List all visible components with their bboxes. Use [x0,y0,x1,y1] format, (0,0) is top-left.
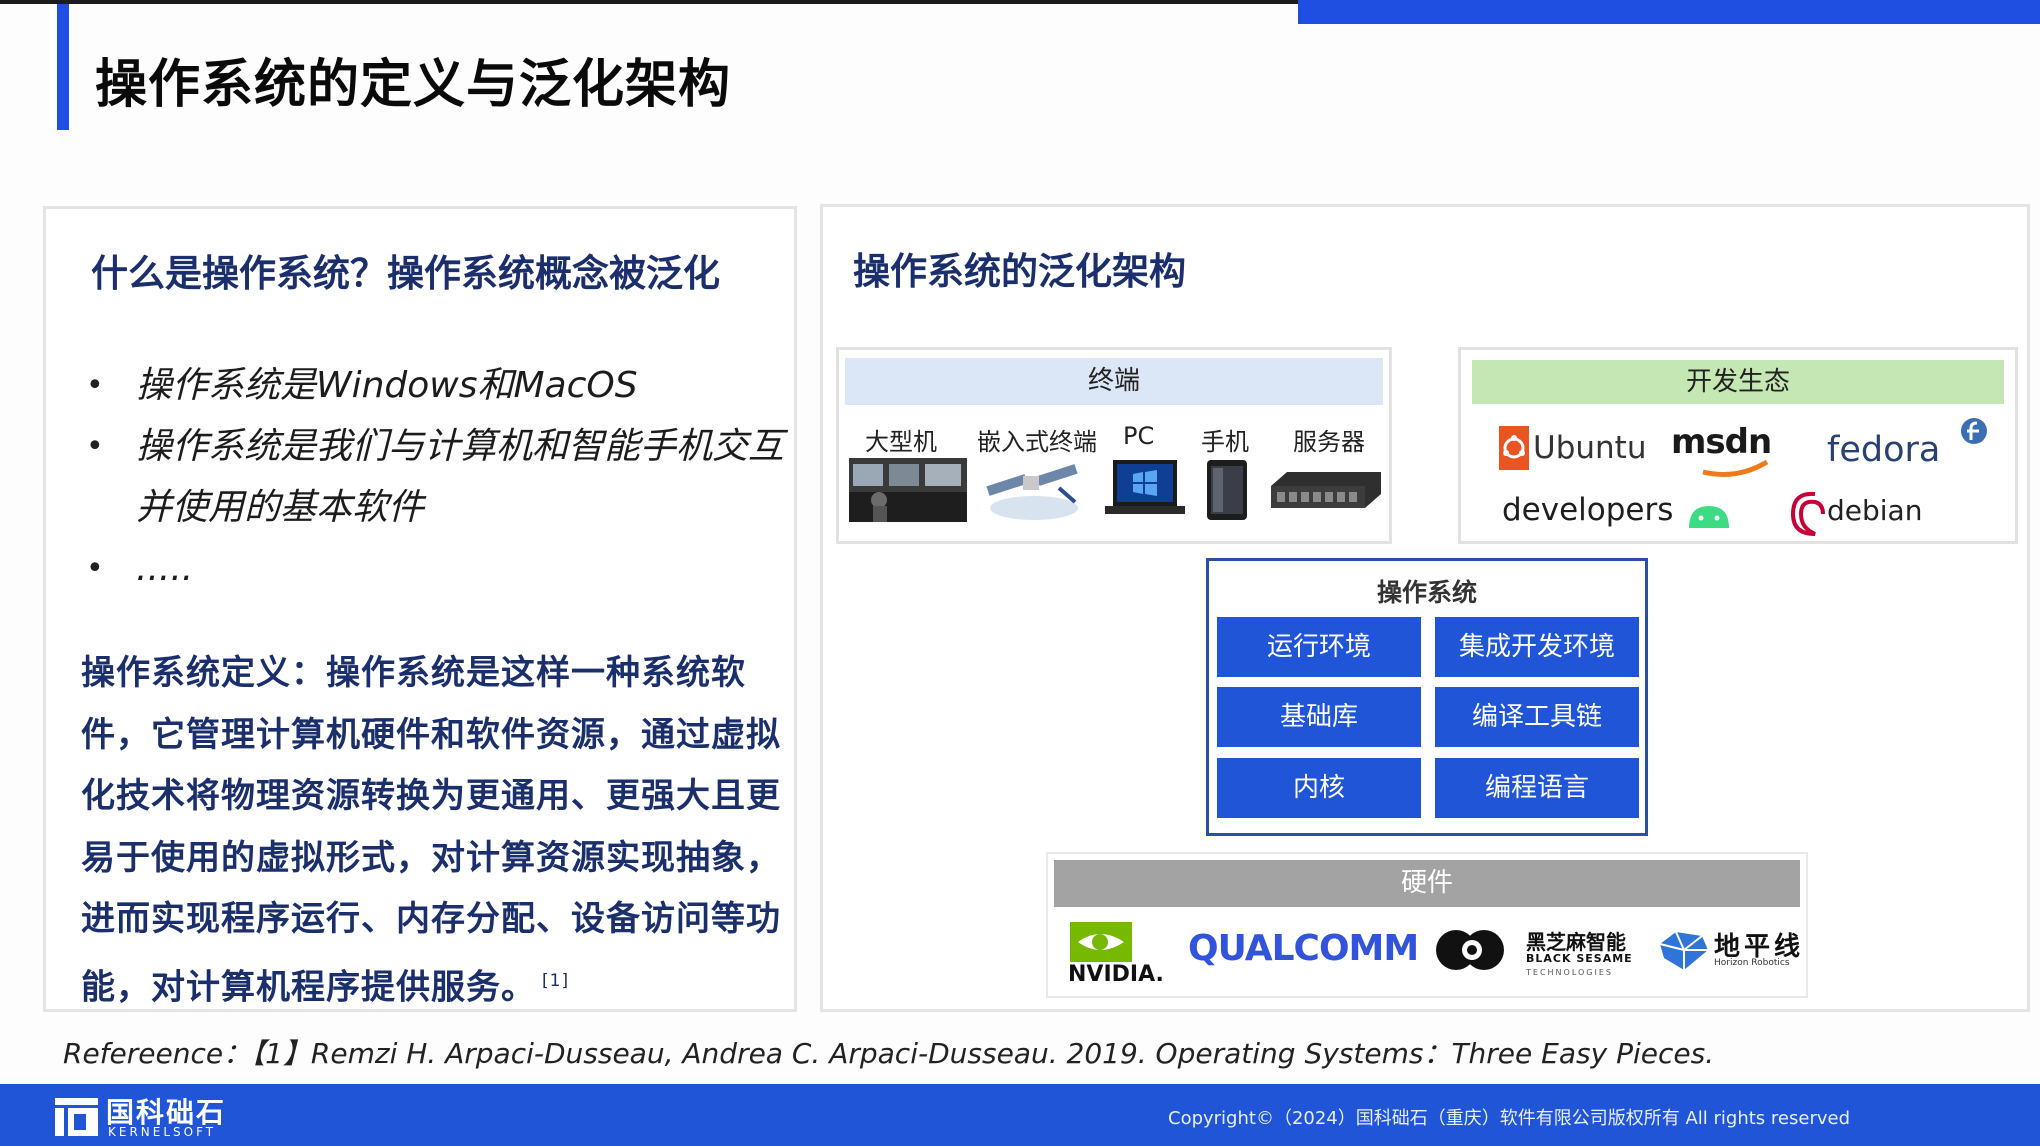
ide-block: 集成开发环境 [1435,617,1639,677]
kernel-block: 内核 [1217,758,1421,818]
debian-logo-text: debian [1827,494,1923,527]
definition-panel: 什么是操作系统？操作系统概念被泛化 操作系统是Windows和MacOS 操作系… [43,206,797,1012]
fedora-logo-icon [1961,418,1987,444]
nvidia-logo-text: NVIDIA. [1068,962,1164,987]
black-sesame-cn-text: 黑芝麻智能 [1526,930,1626,954]
hardware-group: 硬件 NVIDIA. QUALCOMM 黑芝麻智能 BLACK SESAME T… [1046,852,1808,998]
black-sesame-en-text: BLACK SESAME [1526,952,1633,965]
kernelsoft-logo-en: KERNELSOFT [108,1125,217,1139]
fedora-logo-text: fedora [1827,430,1941,470]
reference-citation: Refereence：【1】Remzi H. Arpaci-Dusseau, A… [63,1037,1715,1070]
copyright-text: Copyright©（2024）国科础石（重庆）软件有限公司版权所有 All r… [1168,1108,1850,1129]
server-image [1271,472,1381,508]
device-label-server: 服务器 [1293,428,1365,456]
operating-system-header: 操作系统 [1376,578,1477,607]
ubuntu-logo-icon [1499,426,1529,470]
title-accent-bar [57,4,69,130]
base-library-block: 基础库 [1217,687,1421,747]
slide-title: 操作系统的定义与泛化架构 [95,55,732,115]
android-developers-logo-text: developers [1502,492,1674,528]
os-definition: 操作系统定义：操作系统是这样一种系统软件，它管理计算机硬件和软件资源，通过虚拟化… [81,643,801,1018]
ubuntu-logo-text: Ubuntu [1533,430,1647,466]
black-sesame-sub-text: TECHNOLOGIES [1526,968,1613,977]
msdn-swoosh-icon [1702,459,1769,477]
architecture-panel-heading: 操作系统的泛化架构 [853,250,1186,293]
os-definition-text: 操作系统定义：操作系统是这样一种系统软件，它管理计算机硬件和软件资源，通过虚拟化… [81,653,781,1007]
mainframe-image [849,458,967,522]
dev-ecosystem-header: 开发生态 [1472,360,2004,404]
bullet-item: 操作系统是我们与计算机和智能手机交互并使用的基本软件 [86,416,786,538]
dev-ecosystem-group: 开发生态 Ubuntu msdn fedora developers debia… [1458,347,2018,544]
kernelsoft-logo-icon [55,1098,98,1136]
black-sesame-logo-icon [1436,930,1504,970]
operating-system-group: 操作系统 运行环境 集成开发环境 基础库 编译工具链 内核 编程语言 [1206,558,1648,836]
hardware-header: 硬件 [1054,860,1800,907]
definition-panel-heading: 什么是操作系统？操作系统概念被泛化 [91,252,720,295]
device-labels: 大型机 嵌入式终端 PC 手机 服务器 [839,422,1395,458]
device-label-phone: 手机 [1201,428,1249,456]
citation-marker: [1] [542,970,570,991]
horizon-robotics-logo-icon [1659,931,1708,970]
runtime-environment-block: 运行环境 [1217,617,1421,677]
device-label-embedded: 嵌入式终端 [977,428,1097,456]
bullet-item: 操作系统是Windows和MacOS [86,355,786,416]
msdn-logo-text: msdn [1671,422,1772,462]
device-label-pc: PC [1123,422,1155,450]
debian-swirl-icon [1790,491,1825,536]
nvidia-eye-icon [1070,922,1132,962]
terminal-header: 终端 [845,358,1383,405]
compiler-toolchain-block: 编译工具链 [1435,687,1639,747]
horizon-en-text: Horizon Robotics [1714,958,1790,968]
phone-image [1207,460,1247,520]
terminal-group: 终端 大型机 嵌入式终端 PC 手机 服务器 [836,347,1392,544]
satellite-image [986,464,1078,520]
footer-bar: 国科础石 KERNELSOFT Copyright©（2024）国科础石（重庆）… [0,1084,2040,1146]
android-logo-icon [1689,506,1729,528]
bullet-list: 操作系统是Windows和MacOS 操作系统是我们与计算机和智能手机交互并使用… [86,355,786,599]
programming-language-block: 编程语言 [1435,758,1639,818]
device-label-mainframe: 大型机 [865,428,937,456]
laptop-image [1105,460,1185,514]
bullet-item: ..... [86,538,786,599]
top-accent-bar [1298,0,2040,24]
qualcomm-logo-text: QUALCOMM [1188,928,1419,969]
